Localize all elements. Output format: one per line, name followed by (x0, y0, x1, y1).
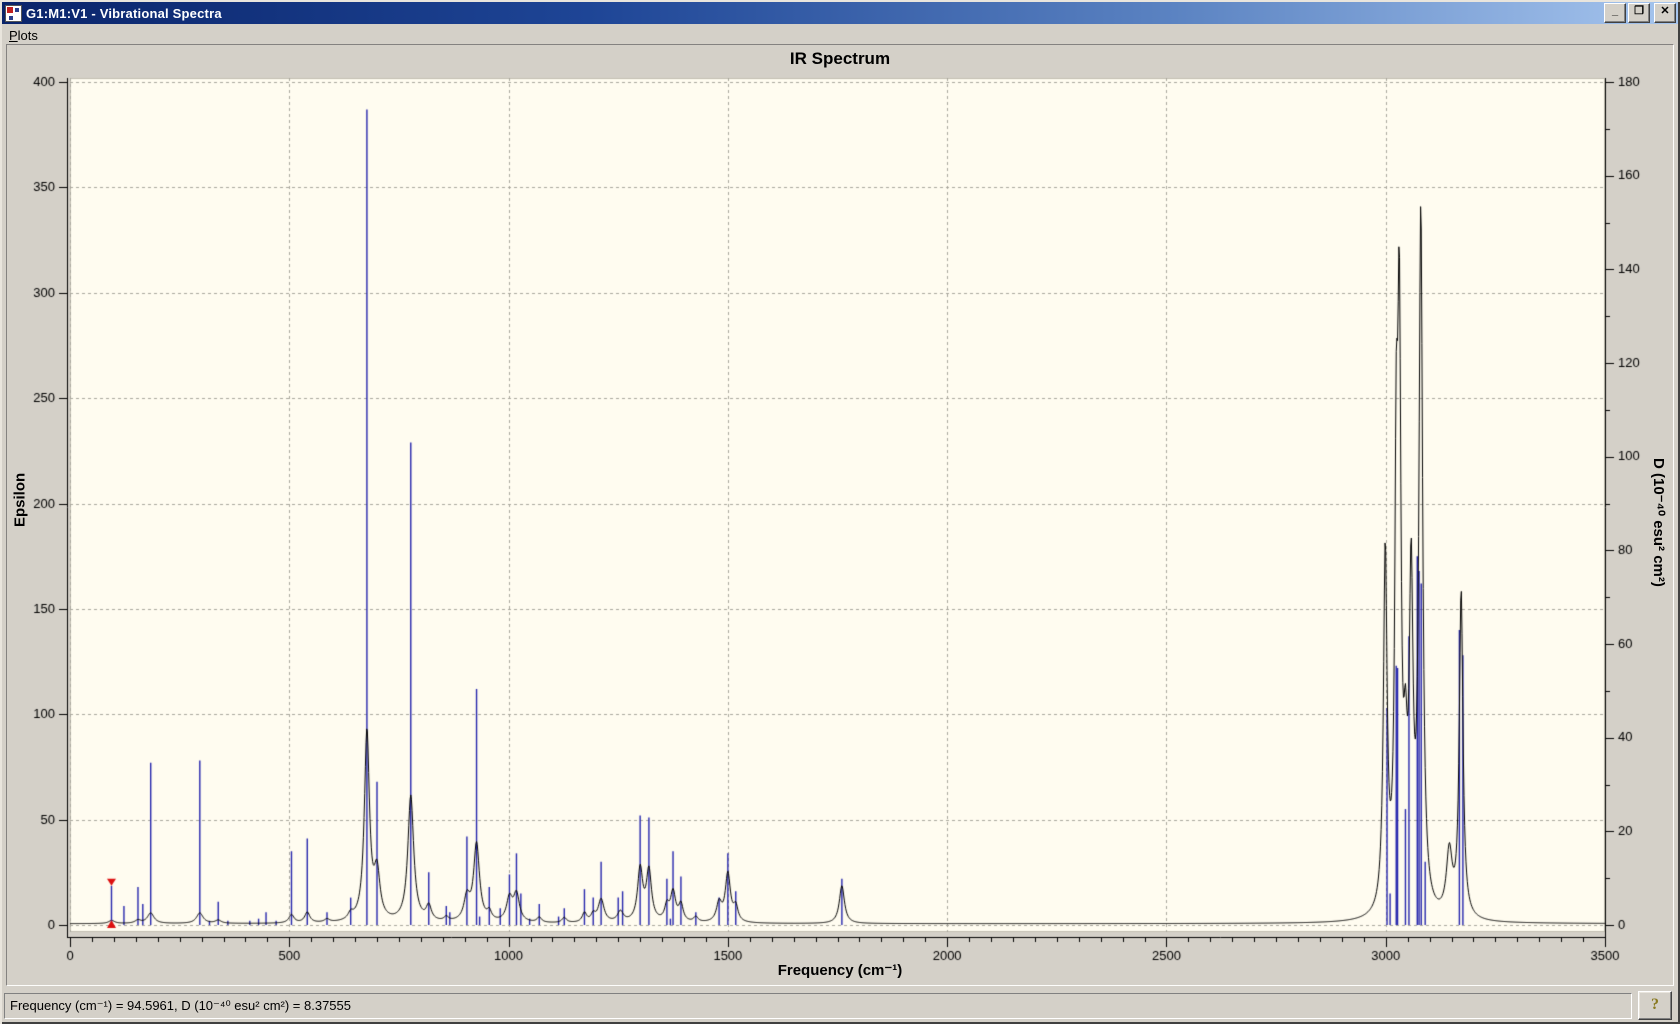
menu-accel: P (9, 27, 18, 43)
restore-button[interactable]: ❐ (1628, 3, 1650, 23)
x-axis-label-frequency: Frequency (cm⁻¹) (777, 962, 903, 979)
menu-rest: lots (17, 27, 38, 43)
window-title: G1:M1:V1 - Vibrational Spectra (26, 5, 222, 21)
chart-panel: IR Spectrum Epsilon Frequency (cm⁻¹) D (… (6, 44, 1674, 986)
y-axis-label-epsilon: Epsilon (11, 472, 29, 528)
close-button[interactable]: ✕ (1654, 3, 1676, 23)
minimize-button[interactable]: _ (1604, 3, 1626, 23)
window-controls: _ ❐ ✕ (1604, 3, 1678, 23)
help-button[interactable]: ? (1638, 991, 1672, 1020)
status-bar: Frequency (cm⁻¹) = 94.5961, D (10⁻⁴⁰ esu… (2, 988, 1678, 1022)
status-readout: Frequency (cm⁻¹) = 94.5961, D (10⁻⁴⁰ esu… (4, 993, 1632, 1019)
title-bar[interactable]: G1:M1:V1 - Vibrational Spectra _ ❐ ✕ (2, 2, 1678, 24)
chart-title: IR Spectrum (789, 49, 891, 68)
menu-bar: Plots (2, 24, 1678, 46)
menu-item-plots[interactable]: Plots (2, 25, 45, 46)
y-axis-label-d: D (10⁻⁴⁰ esu² cm²) (1650, 457, 1667, 587)
app-icon (5, 4, 22, 22)
ir-spectrum-chart[interactable] (7, 45, 1673, 985)
vibrational-spectra-window: { "window": { "title": "G1:M1:V1 - Vibra… (0, 0, 1680, 1024)
